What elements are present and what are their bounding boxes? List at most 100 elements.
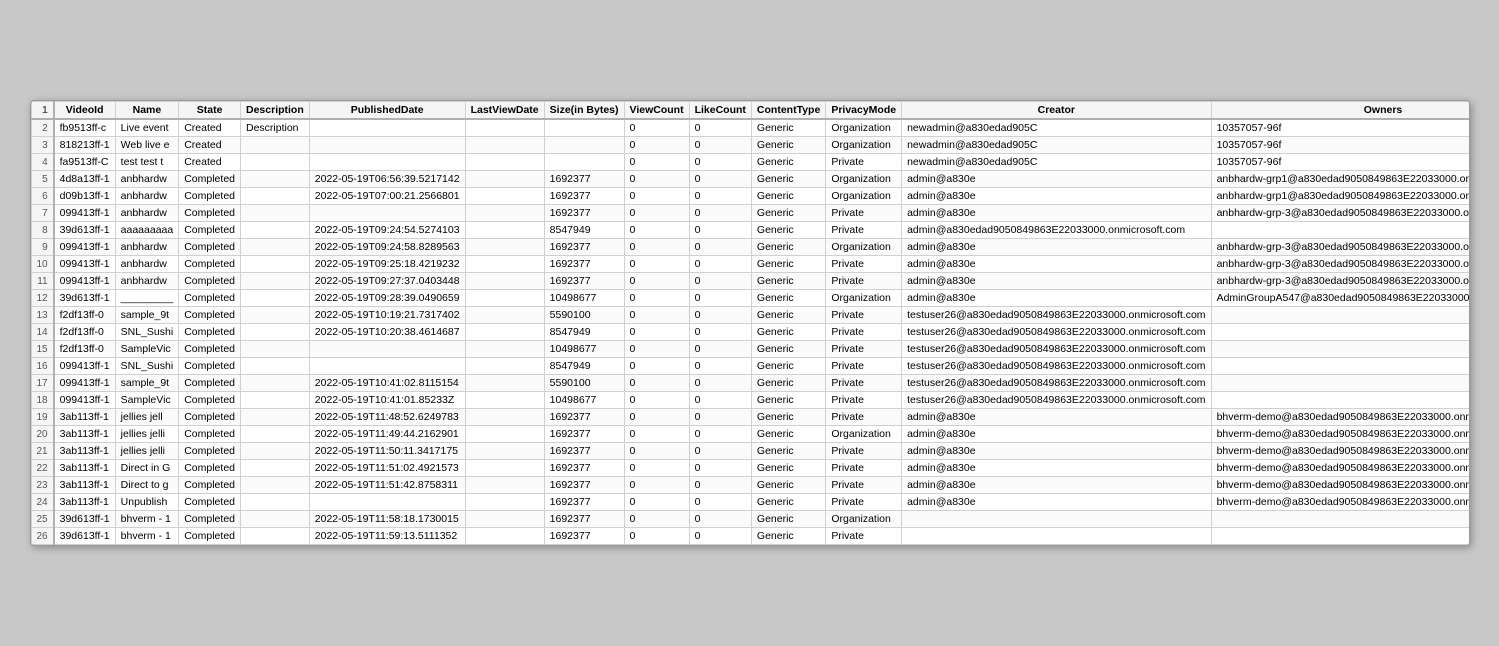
row-number: 25 <box>31 511 54 528</box>
cell-state: Completed <box>179 307 241 324</box>
col-description: Description <box>241 102 310 120</box>
cell-publisheddate <box>309 341 465 358</box>
cell-videoid: 099413ff-1 <box>54 256 116 273</box>
cell-privacymode: Private <box>826 358 902 375</box>
cell-contenttype: Generic <box>751 205 825 222</box>
cell-privacymode: Organization <box>826 511 902 528</box>
cell-state: Completed <box>179 273 241 290</box>
cell-contenttype: Generic <box>751 137 825 154</box>
cell-likecount: 0 <box>689 443 751 460</box>
cell-lastviewdate <box>465 409 544 426</box>
cell-privacymode: Private <box>826 256 902 273</box>
cell-publisheddate: 2022-05-19T07:00:21.2566801 <box>309 188 465 205</box>
cell-lastviewdate <box>465 256 544 273</box>
cell-videoid: 3ab113ff-1 <box>54 460 116 477</box>
cell-name: sample_9t <box>115 375 179 392</box>
cell-viewcount: 0 <box>624 324 689 341</box>
cell-privacymode: Organization <box>826 239 902 256</box>
cell-description <box>241 324 310 341</box>
cell-creator <box>902 511 1211 528</box>
cell-likecount: 0 <box>689 528 751 545</box>
cell-state: Completed <box>179 171 241 188</box>
col-lastviewdate: LastViewDate <box>465 102 544 120</box>
cell-privacymode: Organization <box>826 119 902 137</box>
cell-lastviewdate <box>465 443 544 460</box>
cell-creator: admin@a830e <box>902 409 1211 426</box>
spreadsheet-container[interactable]: 1 VideoId Name State Description Publish… <box>30 100 1470 546</box>
table-row: 839d613ff-1aaaaaaaaaCompleted2022-05-19T… <box>31 222 1470 239</box>
table-row: 1239d613ff-1_________Completed2022-05-19… <box>31 290 1470 307</box>
cell-contenttype: Generic <box>751 256 825 273</box>
cell-owners: anbhardw-grp-3@a830edad9050849863E220330… <box>1211 239 1469 256</box>
cell-state: Created <box>179 154 241 171</box>
cell-sizeinbytes: 8547949 <box>544 324 624 341</box>
cell-videoid: 099413ff-1 <box>54 239 116 256</box>
cell-sizeinbytes: 10498677 <box>544 392 624 409</box>
cell-publisheddate: 2022-05-19T11:59:13.5111352 <box>309 528 465 545</box>
cell-owners <box>1211 375 1469 392</box>
cell-contenttype: Generic <box>751 188 825 205</box>
cell-description <box>241 392 310 409</box>
cell-viewcount: 0 <box>624 171 689 188</box>
cell-contenttype: Generic <box>751 171 825 188</box>
cell-viewcount: 0 <box>624 119 689 137</box>
header-row: 1 VideoId Name State Description Publish… <box>31 102 1470 120</box>
table-row: 10099413ff-1anbhardwCompleted2022-05-19T… <box>31 256 1470 273</box>
cell-privacymode: Private <box>826 154 902 171</box>
cell-videoid: 3ab113ff-1 <box>54 409 116 426</box>
table-row: 15f2df13ff-0SampleVicCompleted1049867700… <box>31 341 1470 358</box>
cell-lastviewdate <box>465 188 544 205</box>
cell-creator: admin@a830e <box>902 205 1211 222</box>
cell-creator: admin@a830e <box>902 443 1211 460</box>
cell-videoid: 4d8a13ff-1 <box>54 171 116 188</box>
cell-contenttype: Generic <box>751 460 825 477</box>
cell-state: Completed <box>179 358 241 375</box>
table-row: 13f2df13ff-0sample_9tCompleted2022-05-19… <box>31 307 1470 324</box>
cell-creator: admin@a830e <box>902 426 1211 443</box>
row-number: 3 <box>31 137 54 154</box>
cell-viewcount: 0 <box>624 511 689 528</box>
cell-videoid: f2df13ff-0 <box>54 324 116 341</box>
cell-videoid: 3ab113ff-1 <box>54 426 116 443</box>
cell-owners: bhverm-demo@a830edad9050849863E22033000.… <box>1211 460 1469 477</box>
cell-publisheddate: 2022-05-19T09:25:18.4219232 <box>309 256 465 273</box>
cell-description <box>241 528 310 545</box>
cell-privacymode: Private <box>826 307 902 324</box>
cell-likecount: 0 <box>689 494 751 511</box>
cell-lastviewdate <box>465 171 544 188</box>
cell-description <box>241 256 310 273</box>
cell-name: anbhardw <box>115 239 179 256</box>
cell-publisheddate <box>309 494 465 511</box>
cell-likecount: 0 <box>689 307 751 324</box>
cell-publisheddate: 2022-05-19T11:51:02.4921573 <box>309 460 465 477</box>
cell-name: bhverm - 1 <box>115 511 179 528</box>
cell-name: aaaaaaaaa <box>115 222 179 239</box>
cell-sizeinbytes: 8547949 <box>544 222 624 239</box>
cell-state: Completed <box>179 477 241 494</box>
row-number: 23 <box>31 477 54 494</box>
cell-sizeinbytes: 10498677 <box>544 341 624 358</box>
cell-state: Completed <box>179 494 241 511</box>
cell-likecount: 0 <box>689 409 751 426</box>
cell-videoid: fa9513ff-C <box>54 154 116 171</box>
cell-privacymode: Private <box>826 273 902 290</box>
cell-creator: newadmin@a830edad905C <box>902 119 1211 137</box>
cell-likecount: 0 <box>689 154 751 171</box>
table-row: 223ab113ff-1Direct in GCompleted2022-05-… <box>31 460 1470 477</box>
cell-description <box>241 222 310 239</box>
cell-videoid: 818213ff-1 <box>54 137 116 154</box>
cell-description <box>241 171 310 188</box>
cell-privacymode: Organization <box>826 290 902 307</box>
table-row: 16099413ff-1SNL_SushiCompleted854794900G… <box>31 358 1470 375</box>
cell-owners: anbhardw-grp-3@a830edad9050849863E220330… <box>1211 273 1469 290</box>
cell-viewcount: 0 <box>624 307 689 324</box>
row-number: 9 <box>31 239 54 256</box>
cell-name: anbhardw <box>115 188 179 205</box>
cell-owners <box>1211 528 1469 545</box>
row-number: 17 <box>31 375 54 392</box>
cell-contenttype: Generic <box>751 119 825 137</box>
cell-publisheddate <box>309 205 465 222</box>
cell-contenttype: Generic <box>751 273 825 290</box>
table-row: 243ab113ff-1UnpublishCompleted169237700G… <box>31 494 1470 511</box>
cell-creator <box>902 528 1211 545</box>
